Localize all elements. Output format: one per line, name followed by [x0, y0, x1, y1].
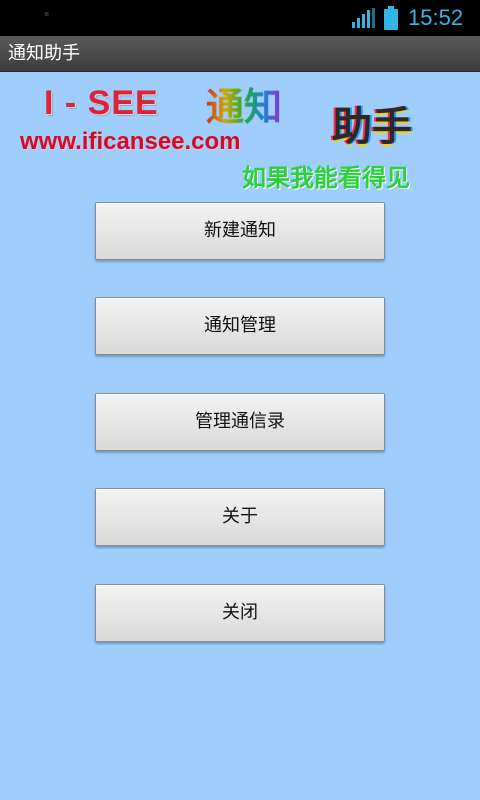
close-button[interactable]: 关闭: [95, 584, 385, 642]
notification-icon: ▪: [44, 9, 50, 18]
logo-word-helper: 助手: [332, 103, 412, 150]
new-notice-button[interactable]: 新建通知: [95, 202, 385, 260]
banner-logo: I - SEE 通知 助手 www.ificansee.com 如果我能看得见: [0, 72, 480, 192]
brand-text: I - SEE: [44, 84, 159, 122]
about-button[interactable]: 关于: [95, 488, 385, 546]
title-bar: 通知助手: [0, 36, 480, 72]
status-bar: ▪ 15:52: [0, 0, 480, 36]
website-url: www.ificansee.com: [20, 128, 241, 155]
logo-word-notify: 通知: [206, 76, 282, 131]
app-title: 通知助手: [8, 43, 80, 64]
manage-notice-button[interactable]: 通知管理: [95, 297, 385, 355]
status-clock: 15:52: [408, 5, 464, 30]
slogan: 如果我能看得见: [242, 164, 410, 192]
signal-icon: [352, 8, 375, 28]
battery-icon: [384, 6, 398, 30]
manage-contacts-button[interactable]: 管理通信录: [95, 393, 385, 451]
